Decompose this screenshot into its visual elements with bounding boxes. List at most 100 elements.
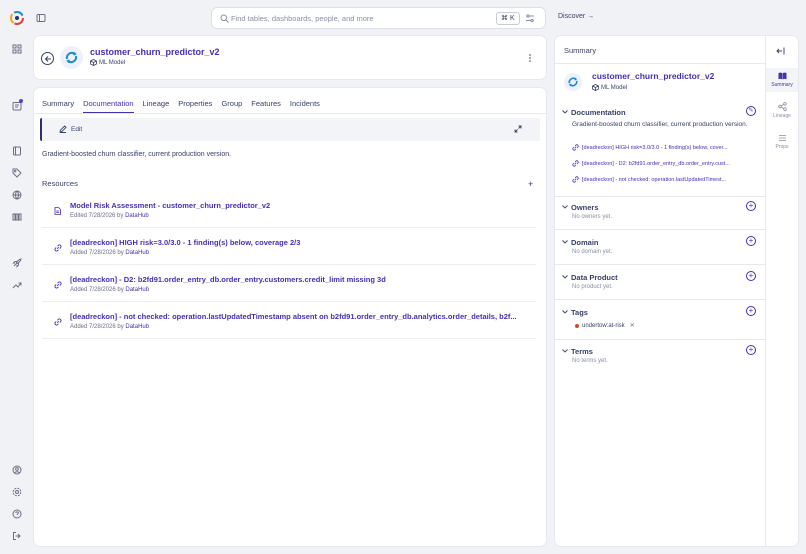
resource-meta: Edited 7/28/2026 by DataHub (70, 213, 149, 219)
tag-chip[interactable]: undertow:at-risk ✕ (575, 322, 635, 329)
documentation-toolbar: Edit (40, 118, 540, 141)
grid-icon[interactable] (12, 44, 22, 54)
chevron-down-icon[interactable] (562, 310, 568, 314)
list-icon (778, 135, 786, 141)
columns-icon[interactable] (12, 212, 22, 222)
add-tag-button[interactable]: + (746, 306, 756, 316)
chevron-down-icon[interactable] (562, 205, 568, 209)
link-icon (572, 176, 579, 183)
search-icon (220, 14, 229, 23)
settings-icon[interactable] (12, 487, 22, 497)
back-button[interactable] (41, 52, 54, 65)
chevron-down-icon[interactable] (562, 275, 568, 279)
summary-entity-name[interactable]: customer_churn_predictor_v2 (592, 71, 714, 81)
section-heading: Documentation (571, 108, 626, 117)
resource-title[interactable]: [deadreckon] - not checked: operation.la… (70, 312, 517, 321)
domain-empty: No domain yet. (572, 249, 613, 255)
book-open-icon (778, 72, 786, 80)
side-tab-lineage-label: Lineage (773, 113, 791, 119)
data-product-empty: No product yet. (572, 284, 613, 290)
summary-section-tags: Tags + undertow:at-risk ✕ (555, 306, 765, 344)
entity-content-card: Summary Documentation Lineage Properties… (34, 88, 546, 546)
add-data-product-button[interactable]: + (746, 271, 756, 281)
resource-item[interactable]: Model Risk Assessment - customer_churn_p… (42, 191, 536, 228)
pencil-icon[interactable] (59, 125, 67, 133)
logout-icon[interactable] (12, 531, 22, 541)
chevron-down-icon[interactable] (562, 349, 568, 353)
edit-button[interactable]: Edit (71, 126, 82, 133)
resource-item[interactable]: [deadreckon] - D2: b2fd91.order_entry_db… (42, 265, 536, 302)
inbox-icon[interactable] (12, 99, 23, 111)
tab-incidents[interactable]: Incidents (290, 99, 320, 113)
document-icon (54, 207, 61, 215)
summary-link[interactable]: [deadreckon] - D2: b2fd91.order_entry_db… (572, 160, 752, 167)
add-resource-button[interactable]: + (528, 179, 533, 189)
summary-section-data-product: Data Product No product yet. + (555, 271, 765, 301)
entity-name: customer_churn_predictor_v2 (90, 47, 220, 57)
tab-divider (34, 113, 546, 114)
filter-sliders-icon[interactable] (525, 14, 535, 23)
tab-lineage[interactable]: Lineage (143, 99, 170, 113)
lineage-icon (777, 102, 787, 111)
section-divider (555, 229, 765, 230)
notification-dot (19, 99, 23, 103)
remove-tag-icon[interactable]: ✕ (630, 322, 635, 329)
tab-documentation[interactable]: Documentation (83, 99, 134, 113)
tab-summary[interactable]: Summary (42, 99, 74, 113)
resource-meta: Added 7/28/2026 by DataHub (70, 250, 150, 256)
resource-title[interactable]: [deadreckon] HIGH risk=3.0/3.0 - 1 findi… (70, 238, 300, 247)
tag-icon[interactable] (12, 168, 22, 178)
side-tab-lineage[interactable]: Lineage (766, 100, 798, 124)
summary-description: Gradient-boosted churn classifier, curre… (572, 121, 748, 128)
resources-heading: Resources (42, 179, 78, 188)
summary-link[interactable]: [deadreckon] HIGH risk=3.0/3.0 - 1 findi… (572, 144, 752, 151)
summary-section-domain: Domain No domain yet. + (555, 236, 765, 266)
global-search[interactable]: Find tables, dashboards, people, and mor… (211, 7, 546, 29)
section-divider (555, 299, 765, 300)
resource-title[interactable]: [deadreckon] - D2: b2fd91.order_entry_db… (70, 275, 386, 284)
cube-icon (592, 84, 599, 91)
book-icon[interactable] (12, 146, 22, 156)
globe-icon[interactable] (12, 190, 22, 200)
summary-section-owners: Owners No owners yet. + (555, 201, 765, 231)
tag-label: undertow:at-risk (582, 322, 625, 329)
edit-documentation-icon[interactable]: ✎ (746, 106, 756, 116)
tab-features[interactable]: Features (251, 99, 281, 113)
resource-item[interactable]: [deadreckon] - not checked: operation.la… (42, 302, 536, 339)
datahub-logo-icon[interactable] (10, 11, 24, 25)
collapse-panel-icon[interactable] (776, 47, 785, 55)
link-icon (572, 144, 579, 151)
section-heading: Data Product (571, 273, 618, 282)
summary-link-text: [deadreckon] - D2: b2fd91.order_entry_db… (582, 160, 730, 167)
add-domain-button[interactable]: + (746, 236, 756, 246)
summary-link[interactable]: [deadreckon] - not checked: operation.la… (572, 176, 752, 183)
search-shortcut-badge: ⌘ K (496, 12, 520, 25)
trend-icon[interactable] (12, 280, 22, 290)
side-tab-props[interactable]: Props (766, 132, 798, 156)
entity-type-label: ML Model (99, 59, 126, 66)
resource-title[interactable]: Model Risk Assessment - customer_churn_p… (70, 201, 270, 210)
side-tab-summary[interactable]: Summary (766, 68, 798, 92)
section-divider (555, 264, 765, 265)
discover-link[interactable]: Discover → (558, 13, 594, 20)
summary-entity-type-label: ML Model (601, 84, 628, 91)
user-icon[interactable] (12, 465, 22, 475)
ml-model-icon (564, 73, 582, 91)
chevron-down-icon[interactable] (562, 110, 568, 114)
tab-properties[interactable]: Properties (178, 99, 212, 113)
tab-group[interactable]: Group (221, 99, 242, 113)
add-term-button[interactable]: + (746, 345, 756, 355)
cube-icon (90, 59, 97, 66)
summary-entity-type: ML Model (592, 84, 627, 91)
add-owner-button[interactable]: + (746, 201, 756, 211)
more-options-icon[interactable] (528, 53, 532, 63)
documentation-description: Gradient-boosted churn classifier, curre… (42, 151, 232, 158)
expand-icon[interactable] (514, 125, 522, 133)
resource-item[interactable]: [deadreckon] HIGH risk=3.0/3.0 - 1 findi… (42, 228, 536, 265)
sidebar-toggle-icon[interactable] (36, 13, 46, 23)
summary-section-terms: Terms No terms yet. + (555, 345, 765, 375)
chevron-down-icon[interactable] (562, 240, 568, 244)
help-icon[interactable] (12, 509, 22, 519)
rocket-icon[interactable] (12, 258, 22, 268)
terms-empty: No terms yet. (572, 358, 608, 364)
